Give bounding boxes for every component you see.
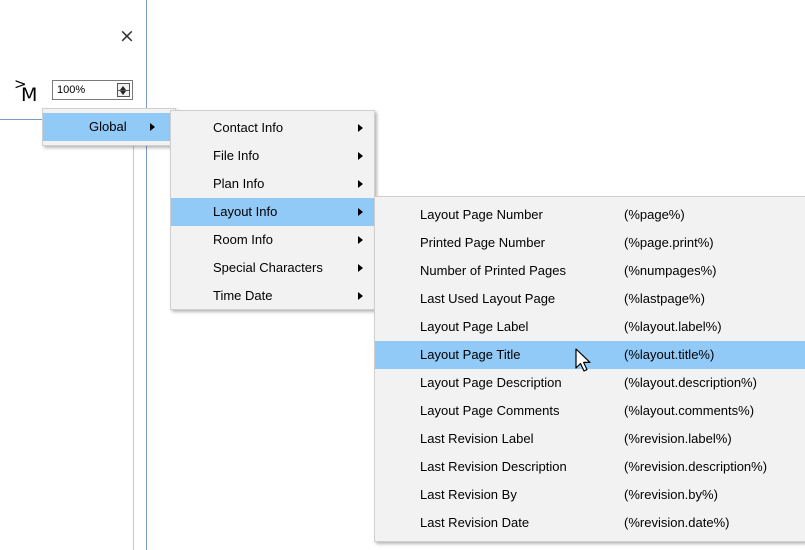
menu-item-last-revision-date[interactable]: Last Revision Date (%revision.date%): [375, 509, 805, 537]
submenu-arrow-icon: [358, 152, 363, 160]
close-icon[interactable]: ×: [117, 26, 137, 46]
global-menu: Global: [42, 108, 176, 146]
submenu-arrow-icon: [358, 208, 363, 216]
menu-item-label: Global: [89, 119, 127, 134]
menu-item-last-revision-description[interactable]: Last Revision Description (%revision.des…: [375, 453, 805, 481]
menu-item-label: Layout Page Label: [420, 319, 529, 334]
menu-item-label: Layout Page Title: [420, 347, 521, 362]
menu-item-label: Layout Page Comments: [420, 403, 560, 418]
menu-item-macro: (%layout.title%): [624, 347, 715, 362]
menu-item-macro: (%revision.by%): [624, 487, 718, 502]
menu-item-macro: (%numpages%): [624, 263, 717, 278]
menu-item-label: Number of Printed Pages: [420, 263, 566, 278]
menu-item-label: Room Info: [213, 232, 273, 247]
menu-item-label: Time Date: [213, 288, 273, 303]
menu-item-macro: (%page%): [624, 207, 685, 222]
zoom-value[interactable]: 100%: [57, 84, 85, 96]
menu-item-time-date[interactable]: Time Date: [171, 282, 374, 310]
menu-item-macro: (%revision.date%): [624, 515, 730, 530]
menu-item-file-info[interactable]: File Info: [171, 142, 374, 170]
menu-item-global[interactable]: Global: [43, 113, 175, 141]
menu-item-macro: (%page.print%): [624, 235, 714, 250]
menu-item-label: Last Revision Label: [420, 431, 534, 446]
menu-item-layout-info[interactable]: Layout Info: [171, 198, 374, 226]
insert-macro-icon[interactable]: > M: [14, 75, 48, 106]
menu-item-contact-info[interactable]: Contact Info: [171, 114, 374, 142]
submenu-arrow-icon: [358, 236, 363, 244]
menu-item-last-revision-label[interactable]: Last Revision Label (%revision.label%): [375, 425, 805, 453]
menu-item-label: Printed Page Number: [420, 235, 546, 250]
zoom-stepper[interactable]: 100%: [52, 80, 133, 100]
menu-item-macro: (%layout.description%): [624, 375, 757, 390]
menu-item-layout-page-label[interactable]: Layout Page Label (%layout.label%): [375, 313, 805, 341]
menu-item-macro: (%revision.description%): [624, 459, 768, 474]
menu-item-macro: (%layout.comments%): [624, 403, 755, 418]
menu-item-plan-info[interactable]: Plan Info: [171, 170, 374, 198]
menu-item-last-revision-by[interactable]: Last Revision By (%revision.by%): [375, 481, 805, 509]
menu-item-label: Last Revision Description: [420, 459, 567, 474]
menu-item-macro: (%layout.label%): [624, 319, 722, 334]
menu-item-label: Last Used Layout Page: [420, 291, 556, 306]
menu-item-label: Special Characters: [213, 260, 323, 275]
spin-down-icon[interactable]: [120, 91, 126, 95]
menu-item-layout-page-number[interactable]: Layout Page Number (%page%): [375, 201, 805, 229]
submenu-arrow-icon: [150, 123, 155, 131]
menu-item-label: Layout Page Number: [420, 207, 543, 222]
menu-item-last-used-layout-page[interactable]: Last Used Layout Page (%lastpage%): [375, 285, 805, 313]
menu-item-special-characters[interactable]: Special Characters: [171, 254, 374, 282]
submenu-arrow-icon: [358, 264, 363, 272]
menu-item-layout-page-comments[interactable]: Layout Page Comments (%layout.comments%): [375, 397, 805, 425]
menu-item-label: Layout Info: [213, 204, 278, 219]
menu-item-number-of-printed-pages[interactable]: Number of Printed Pages (%numpages%): [375, 257, 805, 285]
text-macro-dialog: × > M 100%: [0, 0, 147, 550]
menu-item-printed-page-number[interactable]: Printed Page Number (%page.print%): [375, 229, 805, 257]
menu-item-label: Layout Page Description: [420, 375, 562, 390]
menu-item-room-info[interactable]: Room Info: [171, 226, 374, 254]
mouse-pointer-icon: [575, 348, 591, 372]
submenu-arrow-icon: [358, 180, 363, 188]
menu-item-label: Plan Info: [213, 176, 265, 191]
dialog-scroll-edge: [133, 120, 134, 550]
menu-item-label: Contact Info: [213, 120, 284, 135]
menu-item-label: Last Revision By: [420, 487, 517, 502]
spinner-arrows-icon[interactable]: [117, 83, 130, 97]
submenu-arrow-icon: [358, 292, 363, 300]
menu-item-label: File Info: [213, 148, 260, 163]
macro-symbol-m: M: [21, 84, 38, 106]
category-menu: Contact Info File Info Plan Info Layout …: [170, 110, 375, 310]
menu-item-macro: (%revision.label%): [624, 431, 732, 446]
menu-item-label: Last Revision Date: [420, 515, 530, 530]
menu-item-macro: (%lastpage%): [624, 291, 705, 306]
submenu-arrow-icon: [358, 124, 363, 132]
